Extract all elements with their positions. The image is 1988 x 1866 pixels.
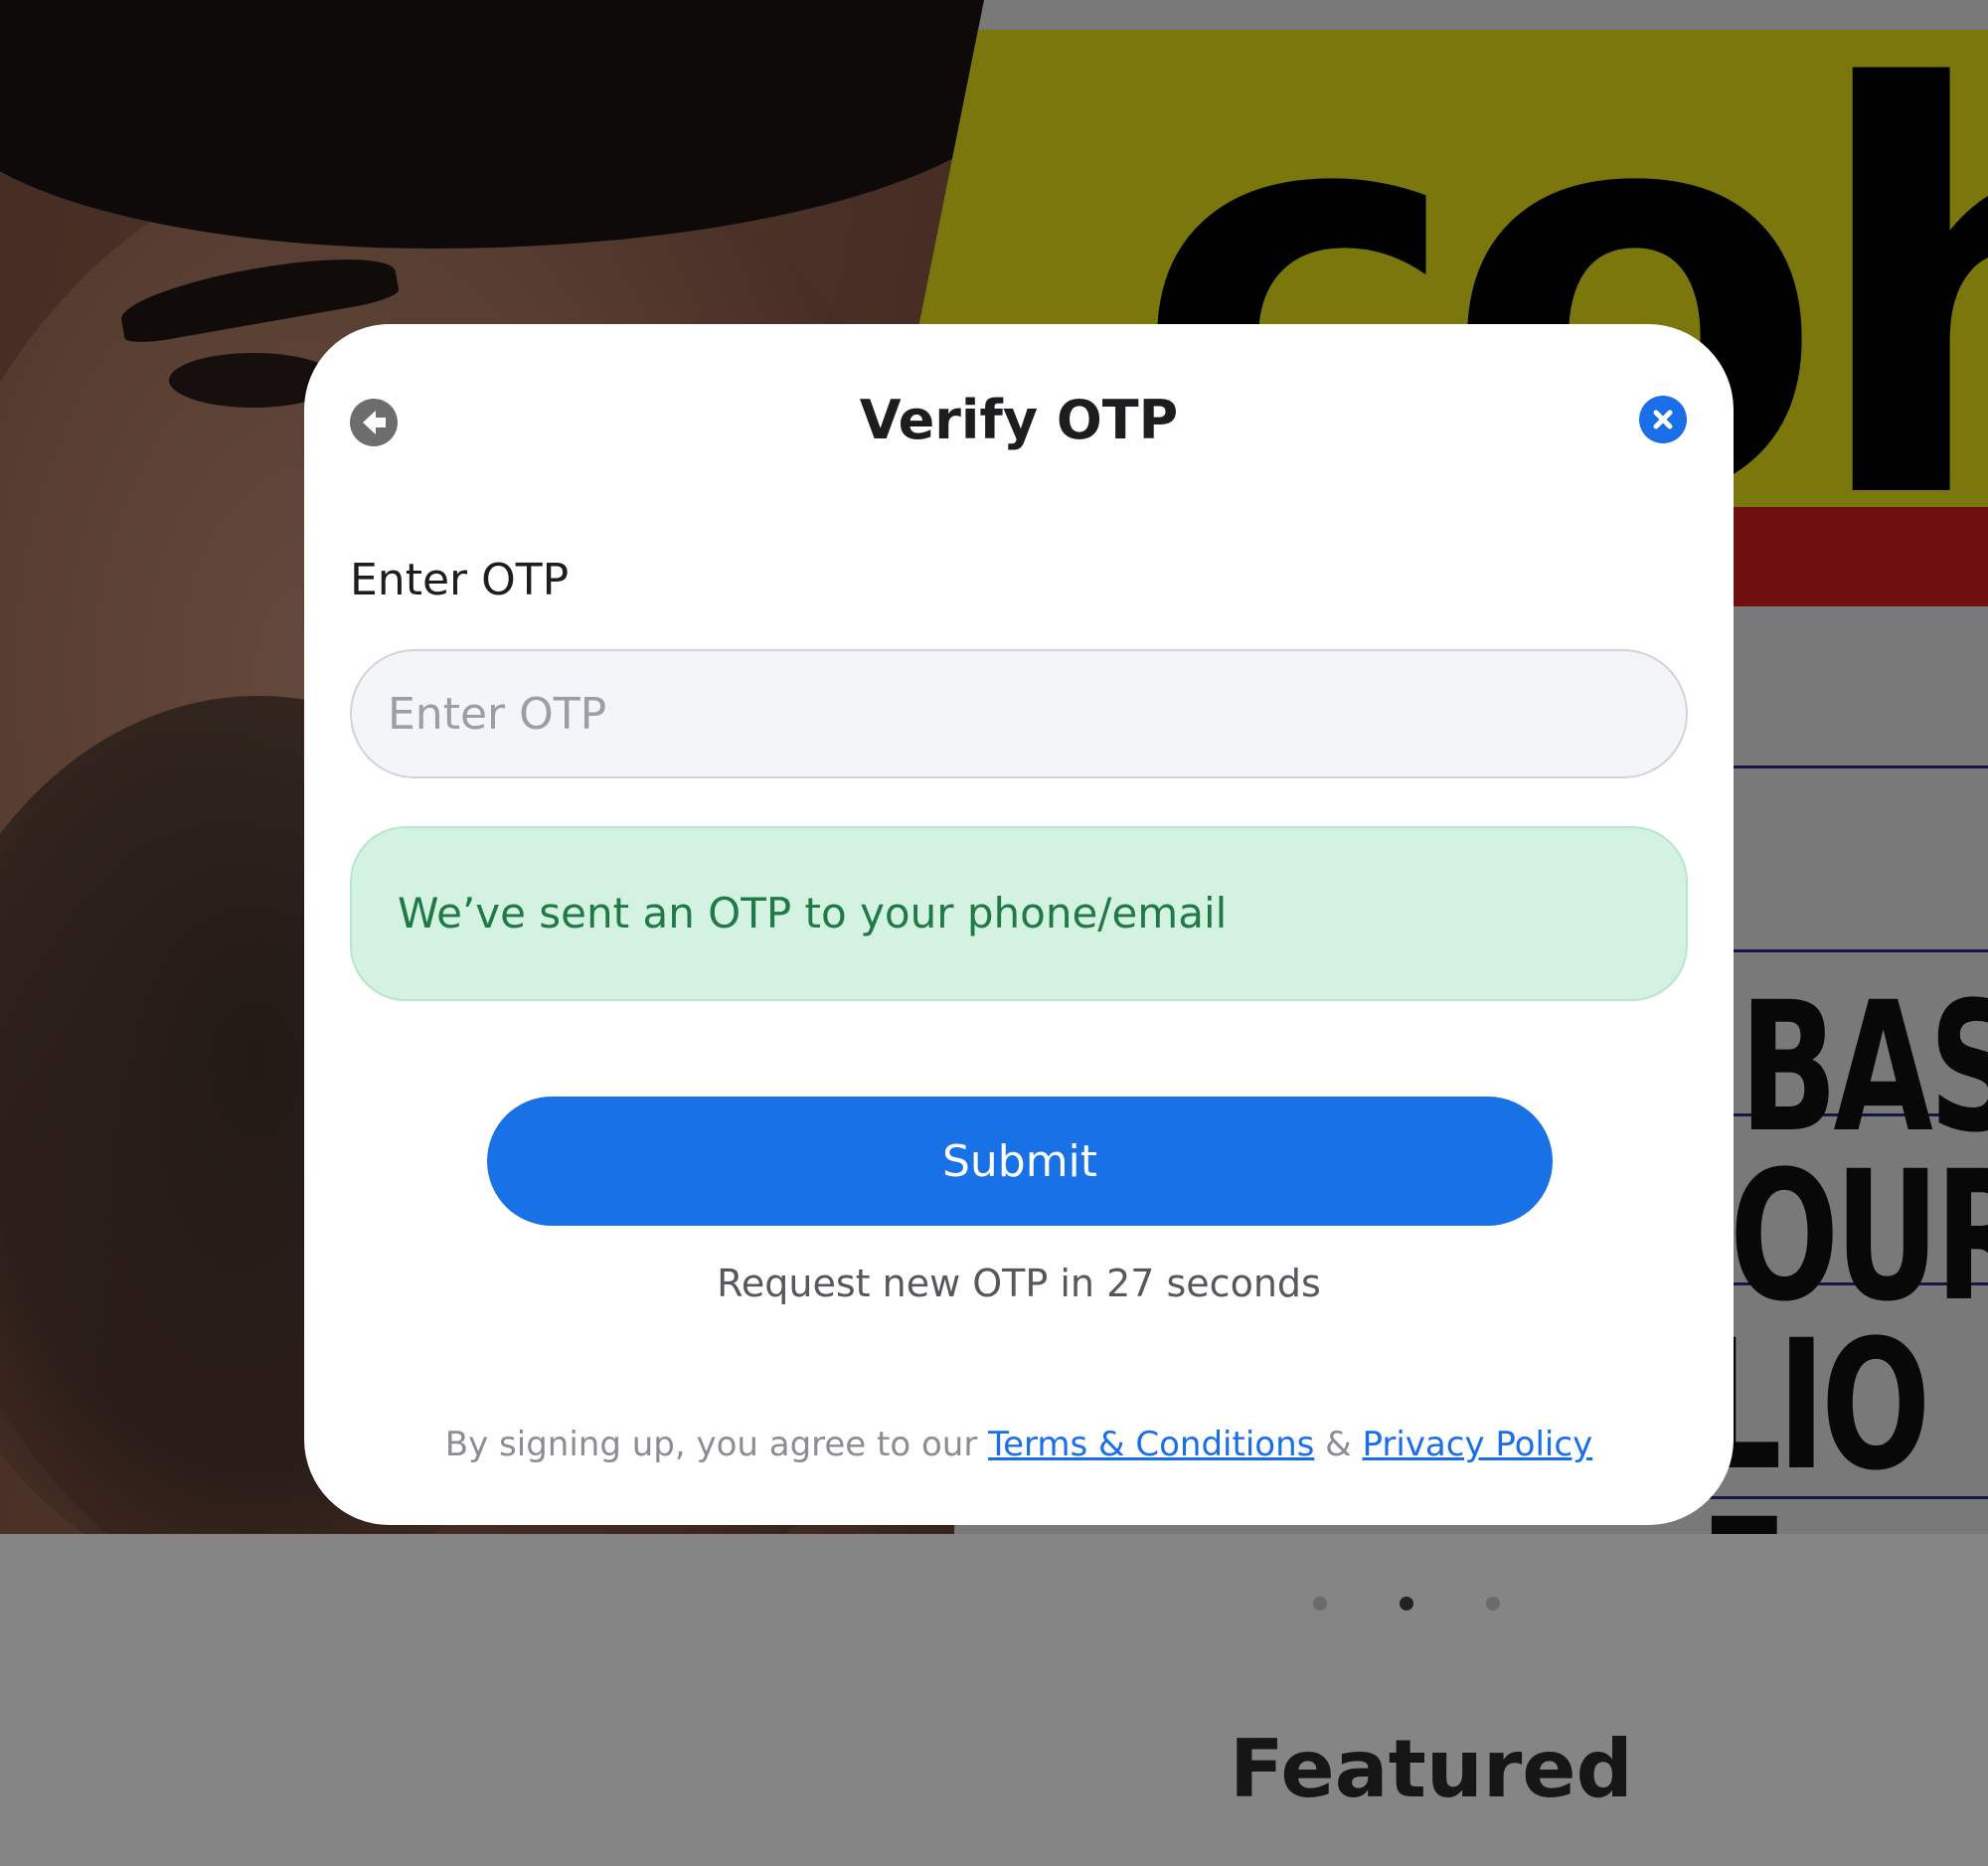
page: coh BASI OURC LIO F Featured Verify OTP (0, 0, 1988, 1866)
carousel-dot-active[interactable] (1400, 1597, 1413, 1611)
privacy-policy-link[interactable]: Privacy Policy (1362, 1425, 1592, 1464)
otp-input[interactable] (350, 649, 1688, 778)
submit-button[interactable]: Submit (487, 1097, 1553, 1226)
featured-heading: Featured (1230, 1723, 1633, 1815)
legal-prefix: By signing up, you agree to our (444, 1425, 978, 1464)
verify-otp-modal: Verify OTP Enter OTP We’ve sent an OTP t… (304, 324, 1734, 1525)
carousel-dots (0, 1597, 1988, 1611)
carousel-dot[interactable] (1313, 1597, 1327, 1611)
legal-separator: & (1325, 1425, 1352, 1464)
modal-title: Verify OTP (859, 389, 1179, 451)
otp-sent-notice-text: We’ve sent an OTP to your phone/email (398, 889, 1228, 937)
resend-otp-countdown: Request new OTP in 27 seconds (717, 1262, 1321, 1305)
otp-sent-notice: We’ve sent an OTP to your phone/email (350, 826, 1688, 1001)
carousel-dot[interactable] (1486, 1597, 1500, 1611)
otp-field-label: Enter OTP (350, 555, 570, 605)
close-icon (1653, 410, 1673, 429)
legal-disclaimer: By signing up, you agree to our Terms & … (304, 1422, 1734, 1467)
close-button[interactable] (1639, 396, 1687, 443)
terms-link[interactable]: Terms & Conditions (988, 1425, 1314, 1464)
